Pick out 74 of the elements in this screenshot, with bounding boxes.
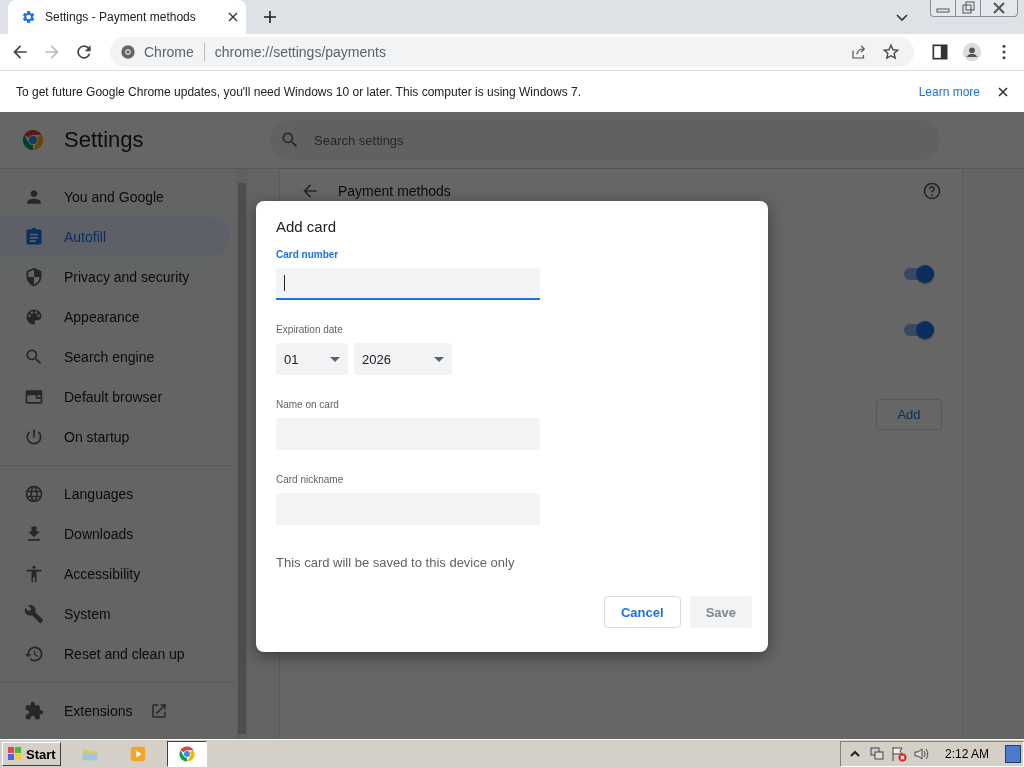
shield-icon: [24, 267, 44, 287]
sidebar-item[interactable]: Default browser: [0, 377, 230, 417]
field-label: Card nickname: [276, 474, 345, 485]
close-icon[interactable]: [228, 12, 238, 22]
search-input[interactable]: Search settings: [312, 131, 930, 149]
person-figure-icon: [24, 564, 44, 584]
side-panel-icon[interactable]: [930, 42, 950, 62]
browser-tab[interactable]: Settings - Payment methods: [8, 0, 246, 34]
dialog-note: This card will be saved to this device only: [276, 555, 516, 570]
flag-error-icon[interactable]: [890, 746, 907, 762]
url-text: chrome://settings/payments: [214, 44, 386, 60]
dialog-title: Add card: [276, 218, 338, 235]
sidebar-item[interactable]: Accessibility: [0, 554, 230, 594]
close-icon[interactable]: [998, 86, 1008, 97]
browser-window-icon: [24, 387, 44, 407]
sidebar-item[interactable]: Reset and clean up: [0, 634, 230, 674]
globe-icon: [24, 484, 44, 504]
settings-title: Settings: [64, 127, 145, 153]
cancel-button[interactable]: Cancel: [604, 596, 681, 628]
chrome-logo-icon: [120, 44, 136, 60]
caret-icon: [330, 356, 340, 362]
palette-icon: [24, 307, 44, 327]
caret-icon: [434, 356, 444, 362]
star-icon[interactable]: [882, 43, 900, 61]
chevron-down-icon[interactable]: [896, 14, 908, 22]
chrome-logo-icon: [21, 128, 45, 152]
help-icon[interactable]: [922, 181, 942, 201]
search-icon: [280, 130, 300, 150]
gear-icon: [20, 9, 36, 25]
chrome-logo-icon[interactable]: [166, 741, 207, 767]
field-label: Card number: [276, 249, 340, 260]
scrollbar[interactable]: [236, 169, 248, 739]
wrench-icon: [24, 604, 44, 624]
page-heading: Payment methods: [338, 183, 451, 199]
start-button[interactable]: Start: [2, 742, 61, 766]
sidebar-item[interactable]: Downloads: [0, 514, 230, 554]
tab-title: Settings - Payment methods: [45, 10, 197, 24]
field-label: Name on card: [276, 399, 340, 410]
sidebar-item[interactable]: System: [0, 594, 230, 634]
learn-more-link[interactable]: Learn more: [918, 84, 980, 99]
external-link-icon[interactable]: [150, 702, 169, 720]
history-icon: [24, 644, 44, 664]
network-icon[interactable]: [868, 746, 885, 762]
site-label: Chrome: [144, 44, 194, 60]
search-field[interactable]: Search settings: [270, 120, 940, 160]
sidebar-item[interactable]: Autofill: [0, 217, 230, 257]
address-bar[interactable]: Chrome chrome://settings/payments: [110, 37, 914, 67]
input-field[interactable]: [276, 268, 540, 300]
sidebar-item[interactable]: On startup: [0, 417, 230, 457]
dropdown[interactable]: 01: [276, 343, 348, 375]
search-icon: [24, 347, 44, 367]
clipboard-icon: [24, 227, 44, 247]
windows-flag-icon: [7, 746, 23, 762]
speaker-icon[interactable]: [912, 746, 929, 762]
toggle-switch[interactable]: [904, 324, 932, 336]
profile-avatar-icon[interactable]: [962, 42, 982, 62]
clock[interactable]: 2:12 AM: [944, 747, 989, 761]
update-warning-message: To get future Google Chrome updates, you'll need Windows 10 or later. This computer is using Windows 7.: [16, 84, 582, 99]
sidebar-item[interactable]: Privacy and security: [0, 257, 230, 297]
sidebar-item[interactable]: Appearance: [0, 297, 230, 337]
field-label: Expiration date: [276, 324, 344, 335]
reload-icon[interactable]: [74, 42, 94, 62]
new-tab-icon[interactable]: [264, 11, 276, 23]
puzzle-piece-icon: [24, 701, 44, 721]
toggle-switch[interactable]: [904, 268, 932, 280]
show-desktop-button[interactable]: [1005, 745, 1021, 763]
power-icon: [24, 427, 44, 447]
sidebar-item[interactable]: You and Google: [0, 177, 230, 217]
dropdown[interactable]: 2026: [354, 343, 452, 375]
sidebar-item[interactable]: Search engine: [0, 337, 230, 377]
sidebar-item[interactable]: Languages: [0, 474, 230, 514]
add-button[interactable]: Add: [876, 399, 942, 430]
sidebar-item[interactable]: Extensions: [0, 691, 230, 731]
share-icon[interactable]: [850, 43, 868, 61]
